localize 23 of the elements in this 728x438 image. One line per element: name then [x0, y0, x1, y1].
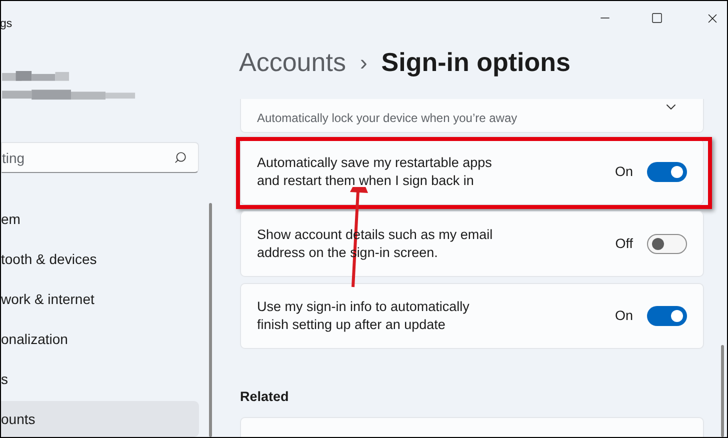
- breadcrumb-separator: ›: [360, 48, 368, 76]
- search-icon: [174, 151, 187, 164]
- setting-label: Automatically save my restartable apps and restart them when I sign back in: [257, 154, 492, 190]
- nav-item[interactable]: s: [1, 361, 199, 397]
- setting-description: Automatically lock your device when you’re away: [257, 110, 518, 127]
- nav-item[interactable]: work & internet: [1, 281, 199, 317]
- toggle-state-label: On: [614, 162, 633, 181]
- maximize-icon[interactable]: [651, 12, 663, 24]
- search-field[interactable]: ting: [1, 142, 199, 173]
- breadcrumb-parent[interactable]: Accounts: [239, 42, 346, 82]
- nav-item[interactable]: ounts: [1, 401, 199, 437]
- toggle-switch[interactable]: [647, 306, 687, 326]
- setting-label: Use my sign-in info to automatically finish setting up after an update: [257, 298, 470, 334]
- section-heading: Related: [240, 388, 290, 406]
- toggle-state-label: On: [614, 306, 633, 325]
- page-title: Sign-in options: [381, 46, 570, 78]
- toggle-switch[interactable]: [647, 162, 687, 182]
- toggle-switch[interactable]: [647, 234, 687, 254]
- nav-item[interactable]: tooth & devices: [1, 241, 199, 277]
- toggle-state-label: Off: [615, 234, 633, 253]
- nav-item[interactable]: em: [1, 201, 199, 237]
- nav-item[interactable]: onalization: [1, 321, 199, 357]
- setting-card[interactable]: Automatically lock your device when you’re away: [240, 99, 704, 133]
